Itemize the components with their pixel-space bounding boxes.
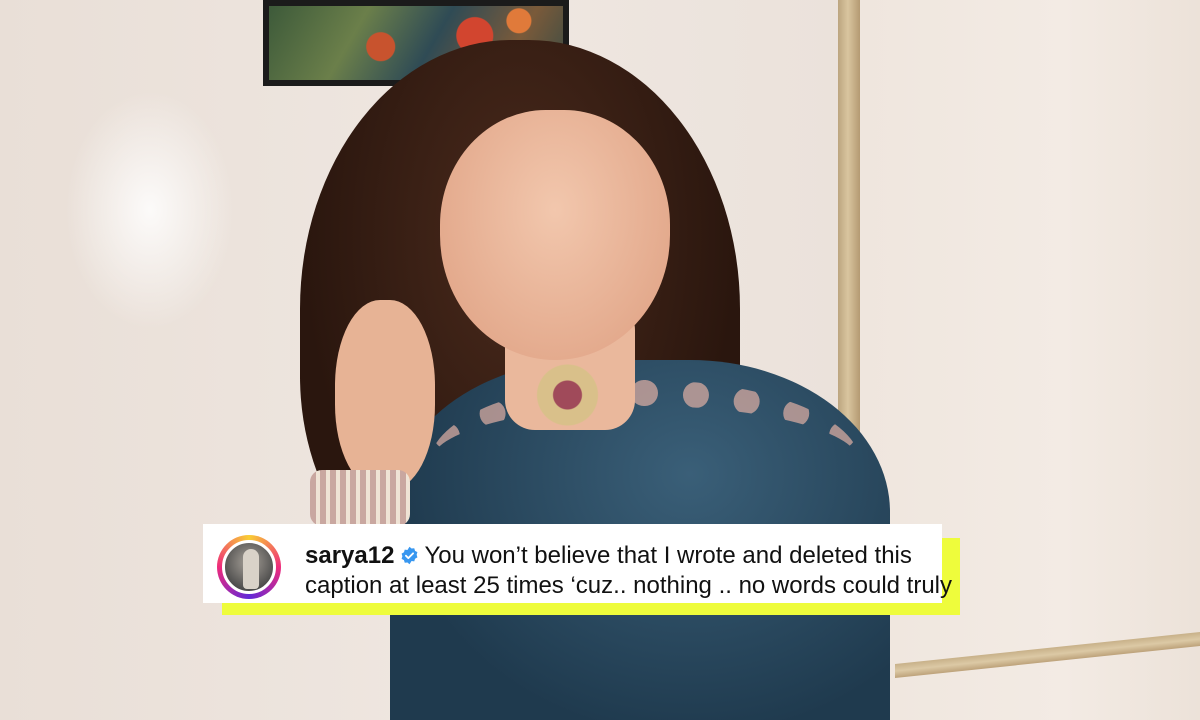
verified-badge-icon: [402, 546, 418, 565]
caption-line-2: caption at least 25 times ‘cuz.. nothing…: [305, 572, 953, 599]
bangles: [310, 470, 410, 526]
hand: [335, 300, 435, 490]
username-link[interactable]: sarya12: [305, 542, 394, 569]
avatar-figure: [243, 549, 259, 589]
caption-text-1: You won’t believe that I wrote and delet…: [424, 542, 912, 569]
avatar[interactable]: [222, 540, 276, 594]
caption-line-1: sarya12 You won’t believe that I wrote an…: [305, 541, 912, 571]
choker-necklace: [520, 355, 615, 435]
saree-embroidery: [430, 380, 860, 546]
face: [440, 110, 670, 360]
